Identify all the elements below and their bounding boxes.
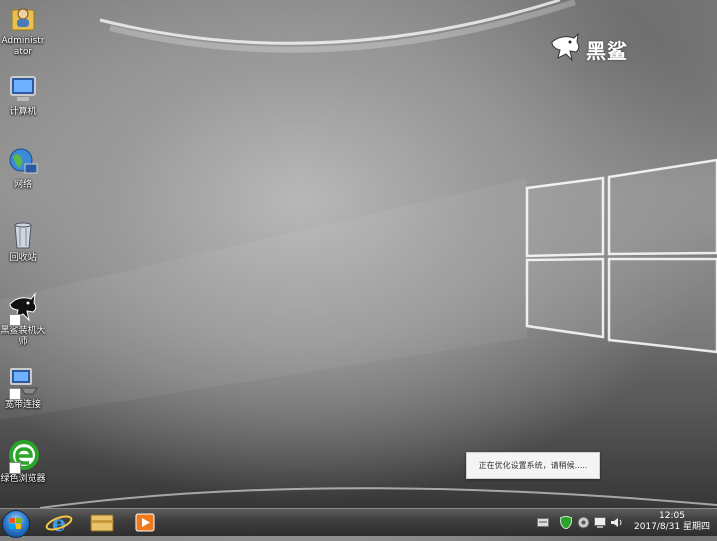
desktop-icon-label: 黑鲨装机大师	[0, 326, 46, 347]
desktop-icon-label: Administrator	[1, 36, 45, 57]
desktop-icon-network[interactable]: 网络	[0, 146, 46, 191]
taskbar: e 12:05 2017/8/31 星期四	[0, 508, 717, 538]
windows-flag-icon	[10, 518, 21, 529]
clock[interactable]: 12:05 2017/8/31 星期四	[630, 511, 714, 533]
taskbar-media-player-button[interactable]	[128, 510, 162, 535]
desktop-icon-administrator[interactable]: Administrator	[0, 2, 46, 58]
internet-explorer-icon: e	[45, 511, 73, 537]
file-explorer-icon	[90, 514, 114, 532]
shortcut-arrow-icon	[9, 388, 21, 400]
desktop-icon-recycle-bin[interactable]: 回收站	[0, 219, 46, 264]
network-tray-icon[interactable]	[577, 516, 590, 529]
desktop-icon-label: 网络	[13, 180, 32, 190]
taskbar-explorer-button[interactable]	[85, 510, 119, 535]
shortcut-arrow-icon	[9, 462, 21, 474]
action-center-icon[interactable]	[594, 517, 606, 528]
desktop-icon-label: 计算机	[9, 107, 37, 117]
clock-time: 12:05	[659, 511, 685, 521]
recycle-bin-icon	[7, 219, 39, 251]
shark-logo-icon	[551, 32, 580, 62]
desktop-icon-green-browser[interactable]: 绿色浏览器	[0, 440, 46, 485]
desktop-icon-label: 回收站	[9, 253, 37, 263]
computer-icon	[7, 73, 39, 105]
volume-icon[interactable]	[611, 517, 623, 528]
media-player-icon	[135, 513, 155, 532]
wallpaper	[0, 0, 717, 508]
desktop-icon-broadband[interactable]: 宽带连接	[0, 366, 46, 411]
clock-date: 2017/8/31 星期四	[633, 522, 710, 532]
keyboard-icon[interactable]	[537, 518, 549, 527]
broadband-connection-icon	[7, 366, 39, 400]
desktop-icon-computer[interactable]: 计算机	[0, 73, 46, 118]
desktop-icon-shark-installer[interactable]: 黑鲨装机大师	[0, 292, 46, 348]
security-shield-icon[interactable]	[560, 516, 572, 529]
desktop-icon-label: 宽带连接	[4, 400, 41, 410]
green-browser-icon	[7, 440, 39, 474]
network-globe-icon	[7, 146, 39, 178]
desktop-icon-label: 绿色浏览器	[0, 474, 46, 484]
start-button[interactable]	[2, 510, 30, 538]
windows-logo-decoration	[525, 158, 717, 354]
brand-text: 黑鲨	[586, 38, 628, 63]
shark-app-icon	[7, 292, 39, 326]
svg-text:e: e	[52, 511, 66, 535]
brand-logo: 黑鲨	[548, 32, 628, 66]
user-folder-icon	[7, 2, 39, 34]
shortcut-arrow-icon	[9, 314, 21, 326]
optimization-notification: 正在优化设置系统，请稍候.....	[466, 452, 600, 479]
taskbar-ie-button[interactable]: e	[42, 510, 76, 537]
